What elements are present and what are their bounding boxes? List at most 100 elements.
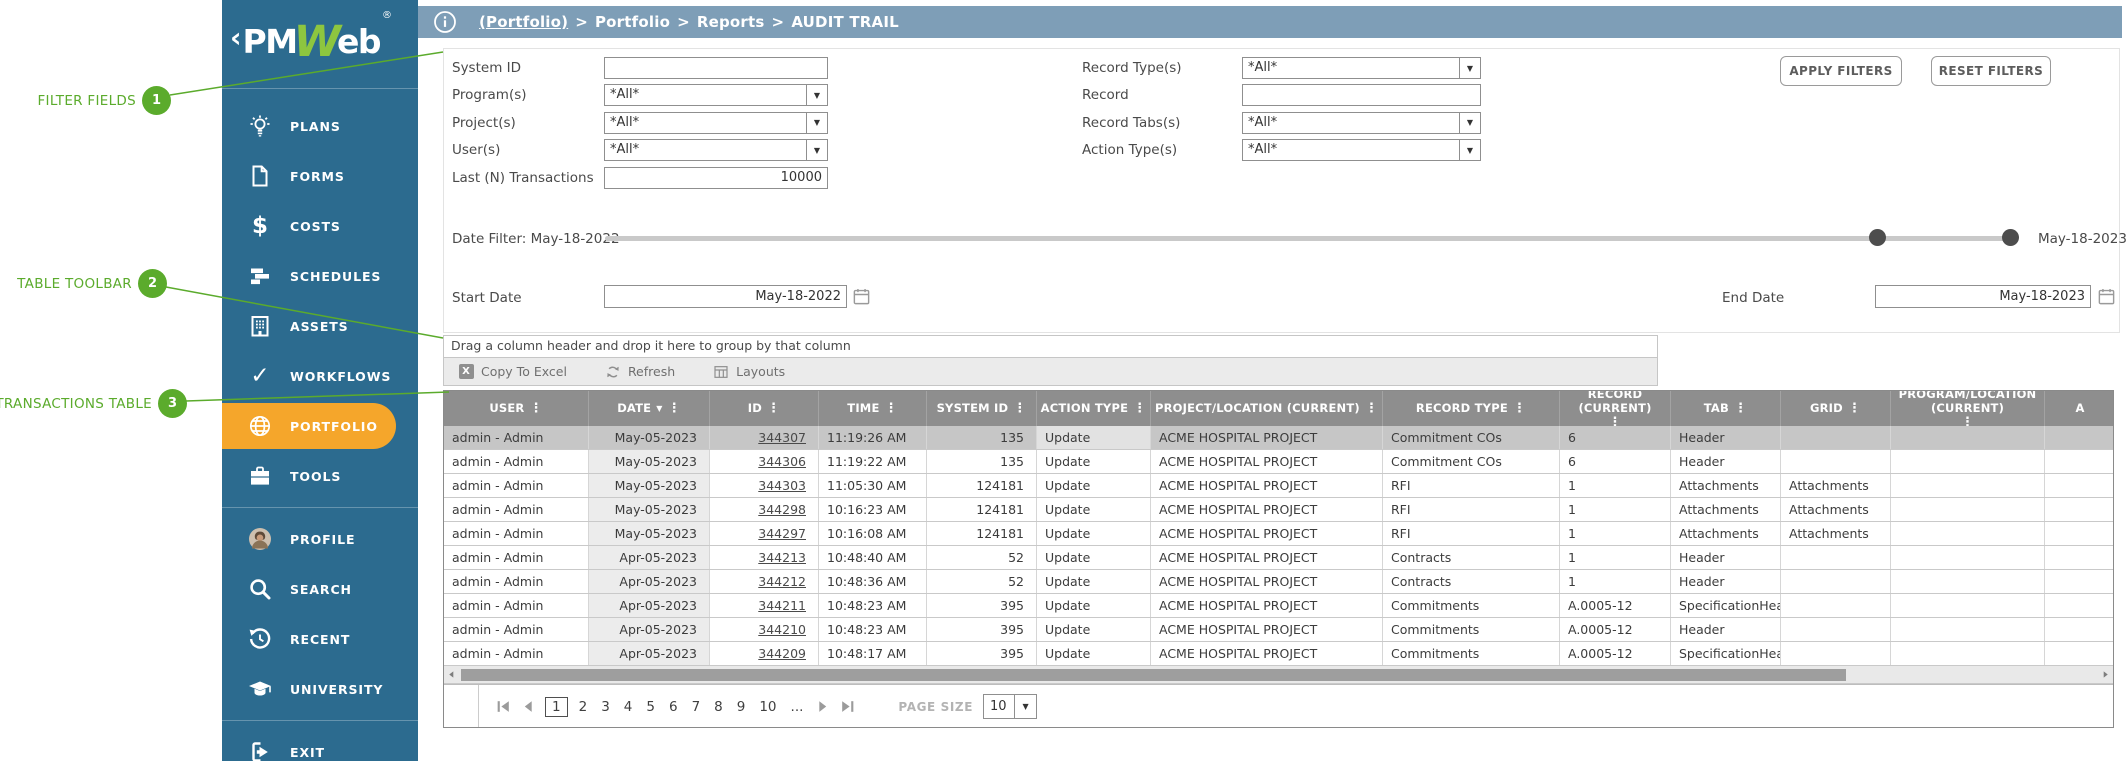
- record-id-link[interactable]: 344210: [758, 622, 806, 637]
- page-number-9[interactable]: 9: [734, 698, 749, 716]
- first-page-button[interactable]: [495, 698, 512, 715]
- calendar-icon[interactable]: [2097, 287, 2116, 306]
- page-ellipsis[interactable]: ...: [788, 698, 807, 716]
- page-number-8[interactable]: 8: [711, 698, 726, 716]
- sidebar-item-university[interactable]: UNIVERSITY: [222, 664, 418, 714]
- end-date-input[interactable]: [1875, 285, 2091, 308]
- sidebar-item-plans[interactable]: PLANS: [222, 101, 418, 151]
- record-id-link[interactable]: 344303: [758, 478, 806, 493]
- column-header-time[interactable]: TIME ⋮: [819, 391, 927, 426]
- record-id-link[interactable]: 344307: [758, 430, 806, 445]
- table-row[interactable]: admin - Admin May-05-2023 344297 10:16:08 A…: [444, 522, 2113, 546]
- record-type-s-select[interactable]: *All* ▼: [1242, 57, 1481, 79]
- column-header-record-type[interactable]: RECORD TYPE ⋮: [1383, 391, 1560, 426]
- column-menu-icon[interactable]: ⋮: [1961, 416, 1974, 426]
- column-header-program-location-current[interactable]: PROGRAM/LOCATION (CURRENT) ⋮: [1891, 391, 2045, 426]
- record-id-link[interactable]: 344213: [758, 550, 806, 565]
- breadcrumb-segment-portfolio[interactable]: (Portfolio): [479, 13, 568, 31]
- app-logo[interactable]: ‹ PM W eb ®: [222, 0, 418, 82]
- system-id-input[interactable]: [604, 57, 828, 79]
- chevron-down-icon[interactable]: ▼: [1459, 140, 1480, 161]
- page-number-7[interactable]: 7: [689, 698, 704, 716]
- column-header-action-type[interactable]: ACTION TYPE ⋮: [1037, 391, 1151, 426]
- scroll-left-arrow[interactable]: [444, 666, 459, 684]
- sidebar-item-workflows[interactable]: ✓ WORKFLOWS: [222, 351, 418, 401]
- toolbar-button-copy-to-excel[interactable]: X Copy To Excel: [458, 364, 567, 380]
- chevron-down-icon[interactable]: ▼: [806, 85, 827, 106]
- prev-page-button[interactable]: [520, 698, 537, 715]
- horizontal-scrollbar[interactable]: [444, 666, 2113, 684]
- info-icon[interactable]: [433, 10, 457, 34]
- start-date-input[interactable]: [604, 285, 847, 308]
- page-number-5[interactable]: 5: [643, 698, 658, 716]
- chevron-down-icon[interactable]: ▼: [806, 112, 827, 133]
- sidebar-item-costs[interactable]: $ COSTS: [222, 201, 418, 251]
- column-menu-icon[interactable]: ⋮: [1848, 402, 1861, 415]
- column-menu-icon[interactable]: ⋮: [1133, 402, 1146, 415]
- action-type-s-select[interactable]: *All* ▼: [1242, 139, 1481, 162]
- last-n-transactions-input[interactable]: [604, 166, 828, 189]
- column-menu-icon[interactable]: ⋮: [1013, 402, 1026, 415]
- chevron-down-icon[interactable]: ▼: [1459, 58, 1480, 78]
- sidebar-item-portfolio[interactable]: PORTFOLIO: [222, 403, 396, 449]
- group-by-drop-zone[interactable]: Drag a column header and drop it here to…: [443, 335, 1658, 358]
- sidebar-item-recent[interactable]: RECENT: [222, 614, 418, 664]
- column-menu-icon[interactable]: ⋮: [1734, 402, 1747, 415]
- apply-filters-button[interactable]: APPLY FILTERS: [1780, 56, 1902, 86]
- sidebar-item-tools[interactable]: TOOLS: [222, 451, 418, 501]
- table-row[interactable]: admin - Admin May-05-2023 344307 11:19:26 A…: [444, 426, 2113, 450]
- column-menu-icon[interactable]: ⋮: [668, 402, 681, 415]
- sidebar-item-exit[interactable]: EXIT: [222, 727, 418, 761]
- column-header-date[interactable]: DATE ▼ ⋮: [589, 391, 710, 426]
- calendar-icon[interactable]: [852, 287, 871, 306]
- column-menu-icon[interactable]: ⋮: [529, 402, 542, 415]
- date-slider-handle-end[interactable]: [2002, 229, 2019, 246]
- table-row[interactable]: admin - Admin Apr-05-2023 344210 10:48:23 A…: [444, 618, 2113, 642]
- record-id-link[interactable]: 344209: [758, 646, 806, 661]
- page-number-10[interactable]: 10: [756, 698, 779, 716]
- toolbar-button-refresh[interactable]: Refresh: [605, 364, 675, 380]
- chevron-down-icon[interactable]: ▼: [1014, 695, 1036, 718]
- table-row[interactable]: admin - Admin Apr-05-2023 344212 10:48:36 A…: [444, 570, 2113, 594]
- column-menu-icon[interactable]: ⋮: [767, 402, 780, 415]
- table-row[interactable]: admin - Admin May-05-2023 344303 11:05:30 A…: [444, 474, 2113, 498]
- record-tabs-s-select[interactable]: *All* ▼: [1242, 111, 1481, 134]
- table-row[interactable]: admin - Admin Apr-05-2023 344213 10:48:40 A…: [444, 546, 2113, 570]
- column-header-tab[interactable]: TAB ⋮: [1671, 391, 1781, 426]
- column-header-grid[interactable]: GRID ⋮: [1781, 391, 1891, 426]
- record-input[interactable]: [1242, 84, 1481, 107]
- scrollbar-track[interactable]: [460, 668, 2097, 682]
- table-row[interactable]: admin - Admin May-05-2023 344306 11:19:22 A…: [444, 450, 2113, 474]
- page-size-select[interactable]: 10 ▼: [983, 694, 1038, 719]
- column-header-id[interactable]: ID ⋮: [710, 391, 819, 426]
- record-id-link[interactable]: 344211: [758, 598, 806, 613]
- column-header-project-location-current[interactable]: PROJECT/LOCATION (CURRENT) ⋮: [1151, 391, 1383, 426]
- page-number-4[interactable]: 4: [621, 698, 636, 716]
- last-page-button[interactable]: [839, 698, 856, 715]
- project-s-select[interactable]: *All* ▼: [604, 111, 828, 134]
- page-number-1[interactable]: 1: [545, 696, 568, 717]
- record-id-link[interactable]: 344297: [758, 526, 806, 541]
- reset-filters-button[interactable]: RESET FILTERS: [1931, 56, 2051, 86]
- user-s-select[interactable]: *All* ▼: [604, 139, 828, 162]
- column-menu-icon[interactable]: ⋮: [1365, 402, 1378, 415]
- sidebar-item-schedules[interactable]: SCHEDULES: [222, 251, 418, 301]
- column-menu-icon[interactable]: ⋮: [1608, 416, 1621, 426]
- column-header-a[interactable]: A: [2045, 391, 2113, 426]
- table-row[interactable]: admin - Admin Apr-05-2023 344211 10:48:23 A…: [444, 594, 2113, 618]
- toolbar-button-layouts[interactable]: Layouts: [713, 364, 785, 380]
- column-header-record-current[interactable]: RECORD (CURRENT) ⋮: [1560, 391, 1671, 426]
- page-number-6[interactable]: 6: [666, 698, 681, 716]
- table-row[interactable]: admin - Admin May-05-2023 344298 10:16:23 A…: [444, 498, 2113, 522]
- sidebar-item-assets[interactable]: ASSETS: [222, 301, 418, 351]
- chevron-down-icon[interactable]: ▼: [806, 140, 827, 161]
- table-row[interactable]: admin - Admin Apr-05-2023 344209 10:48:17 A…: [444, 642, 2113, 666]
- column-header-user[interactable]: USER ⋮: [444, 391, 589, 426]
- sidebar-item-profile[interactable]: PROFILE: [222, 514, 418, 564]
- record-id-link[interactable]: 344212: [758, 574, 806, 589]
- chevron-down-icon[interactable]: ▼: [1459, 112, 1480, 133]
- record-id-link[interactable]: 344306: [758, 454, 806, 469]
- scrollbar-thumb[interactable]: [461, 668, 1846, 681]
- column-menu-icon[interactable]: ⋮: [1513, 402, 1526, 415]
- page-number-3[interactable]: 3: [598, 698, 613, 716]
